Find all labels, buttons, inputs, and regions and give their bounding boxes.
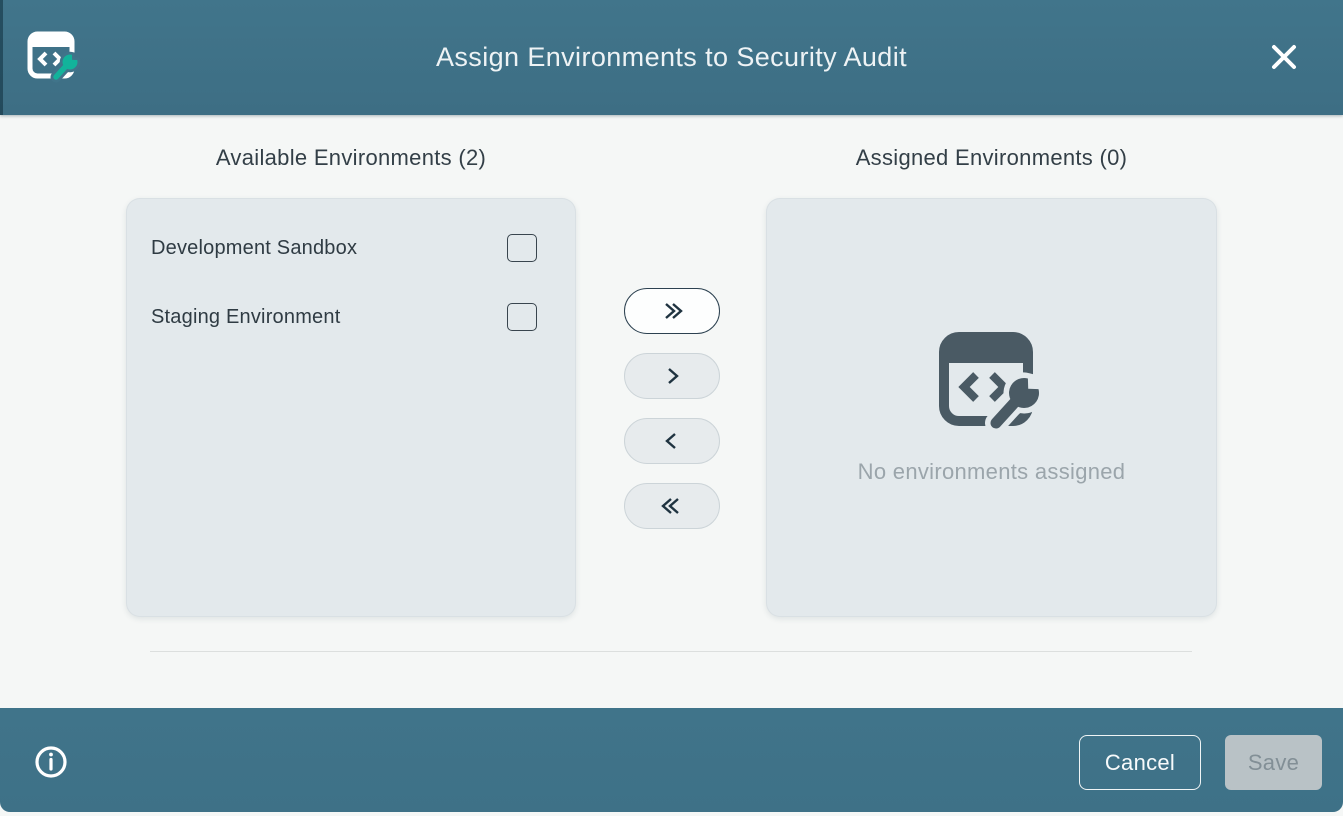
info-button[interactable] bbox=[34, 745, 68, 779]
chevron-left-icon bbox=[658, 431, 686, 451]
cancel-button[interactable]: Cancel bbox=[1079, 735, 1201, 790]
move-right-button[interactable] bbox=[624, 353, 720, 399]
chevron-right-icon bbox=[658, 366, 686, 386]
transfer-button-column bbox=[624, 288, 720, 548]
code-window-wrench-icon bbox=[936, 331, 1048, 431]
environment-label: Staging Environment bbox=[151, 306, 340, 329]
close-x-icon bbox=[1268, 41, 1300, 73]
double-chevron-left-icon bbox=[658, 496, 686, 516]
dialog-header: Assign Environments to Security Audit bbox=[0, 0, 1343, 115]
empty-state-text: No environments assigned bbox=[858, 459, 1126, 485]
list-item[interactable]: Development Sandbox bbox=[151, 225, 537, 271]
environment-checkbox[interactable] bbox=[507, 234, 537, 262]
dialog-title: Assign Environments to Security Audit bbox=[0, 0, 1343, 115]
environment-label: Development Sandbox bbox=[151, 237, 357, 260]
assign-environments-dialog: Assign Environments to Security Audit Av… bbox=[0, 0, 1343, 816]
available-environments-heading: Available Environments (2) bbox=[126, 143, 576, 173]
assigned-environments-panel: No environments assigned bbox=[766, 198, 1217, 617]
list-item[interactable]: Staging Environment bbox=[151, 294, 537, 340]
move-all-left-button[interactable] bbox=[624, 483, 720, 529]
move-left-button[interactable] bbox=[624, 418, 720, 464]
move-all-right-button[interactable] bbox=[624, 288, 720, 334]
environment-checkbox[interactable] bbox=[507, 303, 537, 331]
close-button[interactable] bbox=[1263, 36, 1305, 78]
assigned-environments-heading: Assigned Environments (0) bbox=[766, 143, 1217, 173]
save-button[interactable]: Save bbox=[1225, 735, 1322, 790]
content-footer-divider bbox=[150, 651, 1192, 652]
available-environments-panel: Development Sandbox Staging Environment bbox=[126, 198, 576, 617]
double-chevron-right-icon bbox=[658, 301, 686, 321]
info-circle-icon bbox=[34, 745, 68, 779]
